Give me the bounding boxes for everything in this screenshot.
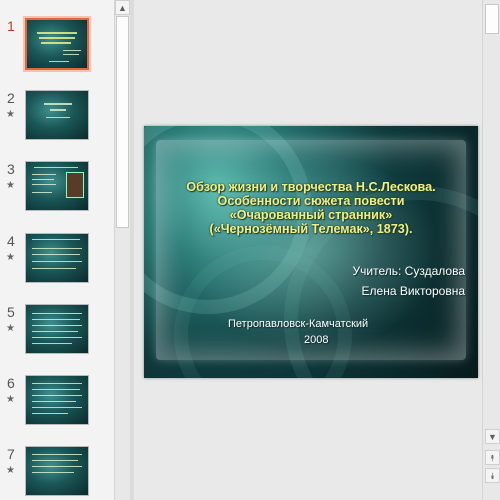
- animation-star-icon: ★: [6, 109, 15, 120]
- animation-star-icon: ★: [6, 394, 15, 405]
- thumbnail-scrollbar[interactable]: ▲: [114, 0, 131, 500]
- scroll-up-button[interactable]: ▲: [115, 0, 130, 15]
- thumbnail-slide-2[interactable]: 2 ★: [0, 90, 114, 152]
- previous-slide-button[interactable]: ⯭: [485, 450, 500, 465]
- scrollbar-thumb[interactable]: [485, 4, 499, 34]
- slide-thumbnail-image[interactable]: [25, 90, 89, 140]
- thumbnail-slide-5[interactable]: 5 ★: [0, 304, 114, 366]
- thumbnail-slide-4[interactable]: 4 ★: [0, 233, 114, 295]
- next-slide-button[interactable]: ⯯: [485, 468, 500, 483]
- slide-thumbnail-pane: 1 2 ★ 3 ★ 4 ★ 5 ★ 6 ★ 7 ★: [0, 0, 114, 500]
- thumbnail-slide-7[interactable]: 7 ★: [0, 446, 114, 500]
- scrollbar-thumb[interactable]: [116, 16, 129, 228]
- scroll-down-button[interactable]: ▼: [485, 429, 500, 444]
- slide-number: 3: [7, 161, 15, 177]
- animation-star-icon: ★: [6, 465, 15, 476]
- city-label[interactable]: Петропавловск-Камчатский: [228, 318, 368, 330]
- slide-title[interactable]: Обзор жизни и творчества Н.С.Лескова. Ос…: [144, 180, 478, 236]
- animation-star-icon: ★: [6, 252, 15, 263]
- thumbnail-slide-6[interactable]: 6 ★: [0, 375, 114, 437]
- slide-thumbnail-image[interactable]: [25, 446, 89, 496]
- title-line: Особенности сюжета повести: [217, 194, 405, 208]
- title-line: («Чернозёмный Телемак», 1873).: [209, 222, 413, 236]
- slide-number: 6: [7, 375, 15, 391]
- title-line: «Очарованный странник»: [229, 208, 393, 222]
- slide-number: 2: [7, 90, 15, 106]
- slide-thumbnail-image[interactable]: [25, 18, 89, 70]
- slide-number: 5: [7, 304, 15, 320]
- teacher-name[interactable]: Елена Викторовна: [362, 284, 465, 298]
- slide-thumbnail-image[interactable]: [25, 233, 89, 283]
- slide-thumbnail-image[interactable]: [25, 161, 89, 211]
- teacher-label[interactable]: Учитель: Суздалова: [353, 264, 465, 278]
- thumbnail-slide-3[interactable]: 3 ★: [0, 161, 114, 223]
- title-line: Обзор жизни и творчества Н.С.Лескова.: [186, 180, 436, 194]
- slide-number: 4: [7, 233, 15, 249]
- current-slide[interactable]: Обзор жизни и творчества Н.С.Лескова. Ос…: [144, 126, 478, 378]
- slide-editor: Обзор жизни и творчества Н.С.Лескова. Ос…: [134, 0, 482, 500]
- editor-scrollbar[interactable]: ▼ ⯭ ⯯: [482, 0, 500, 500]
- slide-thumbnail-image[interactable]: [25, 304, 89, 354]
- animation-star-icon: ★: [6, 180, 15, 191]
- slide-number: 1: [7, 18, 15, 34]
- slide-number: 7: [7, 446, 15, 462]
- thumbnail-slide-1[interactable]: 1: [0, 18, 114, 80]
- animation-star-icon: ★: [6, 323, 15, 334]
- year-label[interactable]: 2008: [304, 334, 328, 346]
- slide-thumbnail-image[interactable]: [25, 375, 89, 425]
